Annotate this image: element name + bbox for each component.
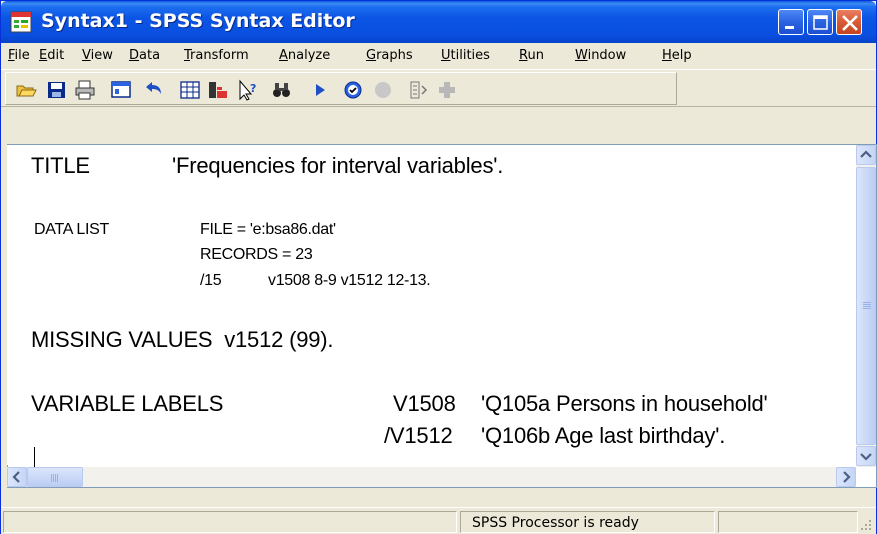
variable-1-name: V1508 (393, 391, 456, 416)
status-segment-right (718, 511, 858, 533)
horizontal-scrollbar[interactable] (7, 467, 856, 487)
designate-icon[interactable] (372, 79, 394, 101)
scroll-left-button[interactable] (7, 467, 27, 487)
title-value: 'Frequencies for interval variables'. (172, 153, 504, 178)
menu-help[interactable]: Help (662, 48, 692, 63)
data-list-keyword: DATA LIST (34, 221, 109, 238)
variable-labels-keyword: VARIABLE LABELS (31, 391, 224, 416)
horizontal-scroll-thumb[interactable] (27, 467, 83, 487)
menu-data[interactable]: Data (129, 48, 160, 63)
menu-file[interactable]: File (8, 48, 30, 63)
syntax-icon[interactable] (408, 79, 430, 101)
arrow-left-icon (12, 471, 20, 483)
vertical-scrollbar[interactable] (856, 145, 876, 467)
syntax-editor[interactable] (7, 145, 860, 465)
title-bar[interactable]: Syntax1 - SPSS Syntax Editor (1, 1, 876, 43)
spss-syntax-window: Syntax1 - SPSS Syntax Editor File Edit Vie… (0, 0, 877, 534)
variables-icon[interactable] (207, 79, 229, 101)
undo-icon[interactable] (142, 79, 164, 101)
help-icon[interactable]: ? (236, 79, 258, 101)
vertical-scroll-thumb[interactable] (856, 167, 876, 445)
toolbar: ? (1, 69, 876, 107)
print-icon[interactable] (74, 79, 96, 101)
menu-transform[interactable]: Transform (184, 48, 249, 63)
minimize-button[interactable] (778, 9, 804, 35)
toolbar-group (5, 72, 677, 105)
processor-status: SPSS Processor is ready (472, 515, 639, 531)
menu-utilities[interactable]: Utilities (441, 48, 490, 63)
menu-bar: File Edit View Data Transform Analyze Graphs Ut… (1, 43, 876, 67)
svg-text:?: ? (250, 82, 256, 95)
maximize-button[interactable] (807, 9, 833, 35)
data-list-variables: v1508 8-9 v1512 12-13. (268, 272, 431, 289)
variable-2-label: 'Q106b Age last birthday'. (481, 423, 726, 448)
add-icon[interactable] (436, 79, 458, 101)
maximize-icon (813, 15, 828, 30)
arrow-right-icon (843, 471, 851, 483)
data-list-record-number: /15 (200, 272, 222, 289)
dialog-recall-icon[interactable] (110, 79, 132, 101)
data-list-records: RECORDS = 23 (200, 246, 313, 263)
close-icon (842, 15, 858, 31)
data-editor-icon[interactable] (179, 79, 201, 101)
find-icon[interactable] (271, 79, 293, 101)
title-keyword: TITLE (31, 153, 90, 178)
spell-icon[interactable] (342, 79, 364, 101)
status-bar: SPSS Processor is ready (1, 507, 876, 534)
save-icon[interactable] (46, 79, 68, 101)
window-title: Syntax1 - SPSS Syntax Editor (41, 10, 355, 32)
menu-run[interactable]: Run (519, 48, 544, 63)
menu-edit[interactable]: Edit (39, 48, 64, 63)
missing-values-line: MISSING VALUES v1512 (99). (31, 327, 334, 352)
variable-2-name: /V1512 (384, 423, 453, 448)
menu-window[interactable]: Window (575, 48, 626, 63)
data-list-file: FILE = 'e:bsa86.dat' (200, 221, 336, 238)
menu-analyze[interactable]: Analyze (279, 48, 330, 63)
spss-syntax-app-icon (10, 11, 32, 33)
scroll-up-button[interactable] (856, 145, 876, 165)
variable-1-label: 'Q105a Persons in household' (481, 391, 768, 416)
status-segment-left (3, 511, 457, 533)
run-icon[interactable] (309, 79, 331, 101)
resize-grip-icon[interactable] (859, 518, 873, 532)
scroll-right-button[interactable] (836, 467, 856, 487)
arrow-up-icon (860, 150, 872, 158)
close-button[interactable] (836, 9, 862, 35)
menu-view[interactable]: View (82, 48, 113, 63)
open-icon[interactable] (15, 79, 37, 101)
arrow-down-icon (860, 453, 872, 461)
menu-graphs[interactable]: Graphs (366, 48, 413, 63)
scroll-down-button[interactable] (856, 446, 876, 466)
minimize-icon (785, 26, 794, 29)
